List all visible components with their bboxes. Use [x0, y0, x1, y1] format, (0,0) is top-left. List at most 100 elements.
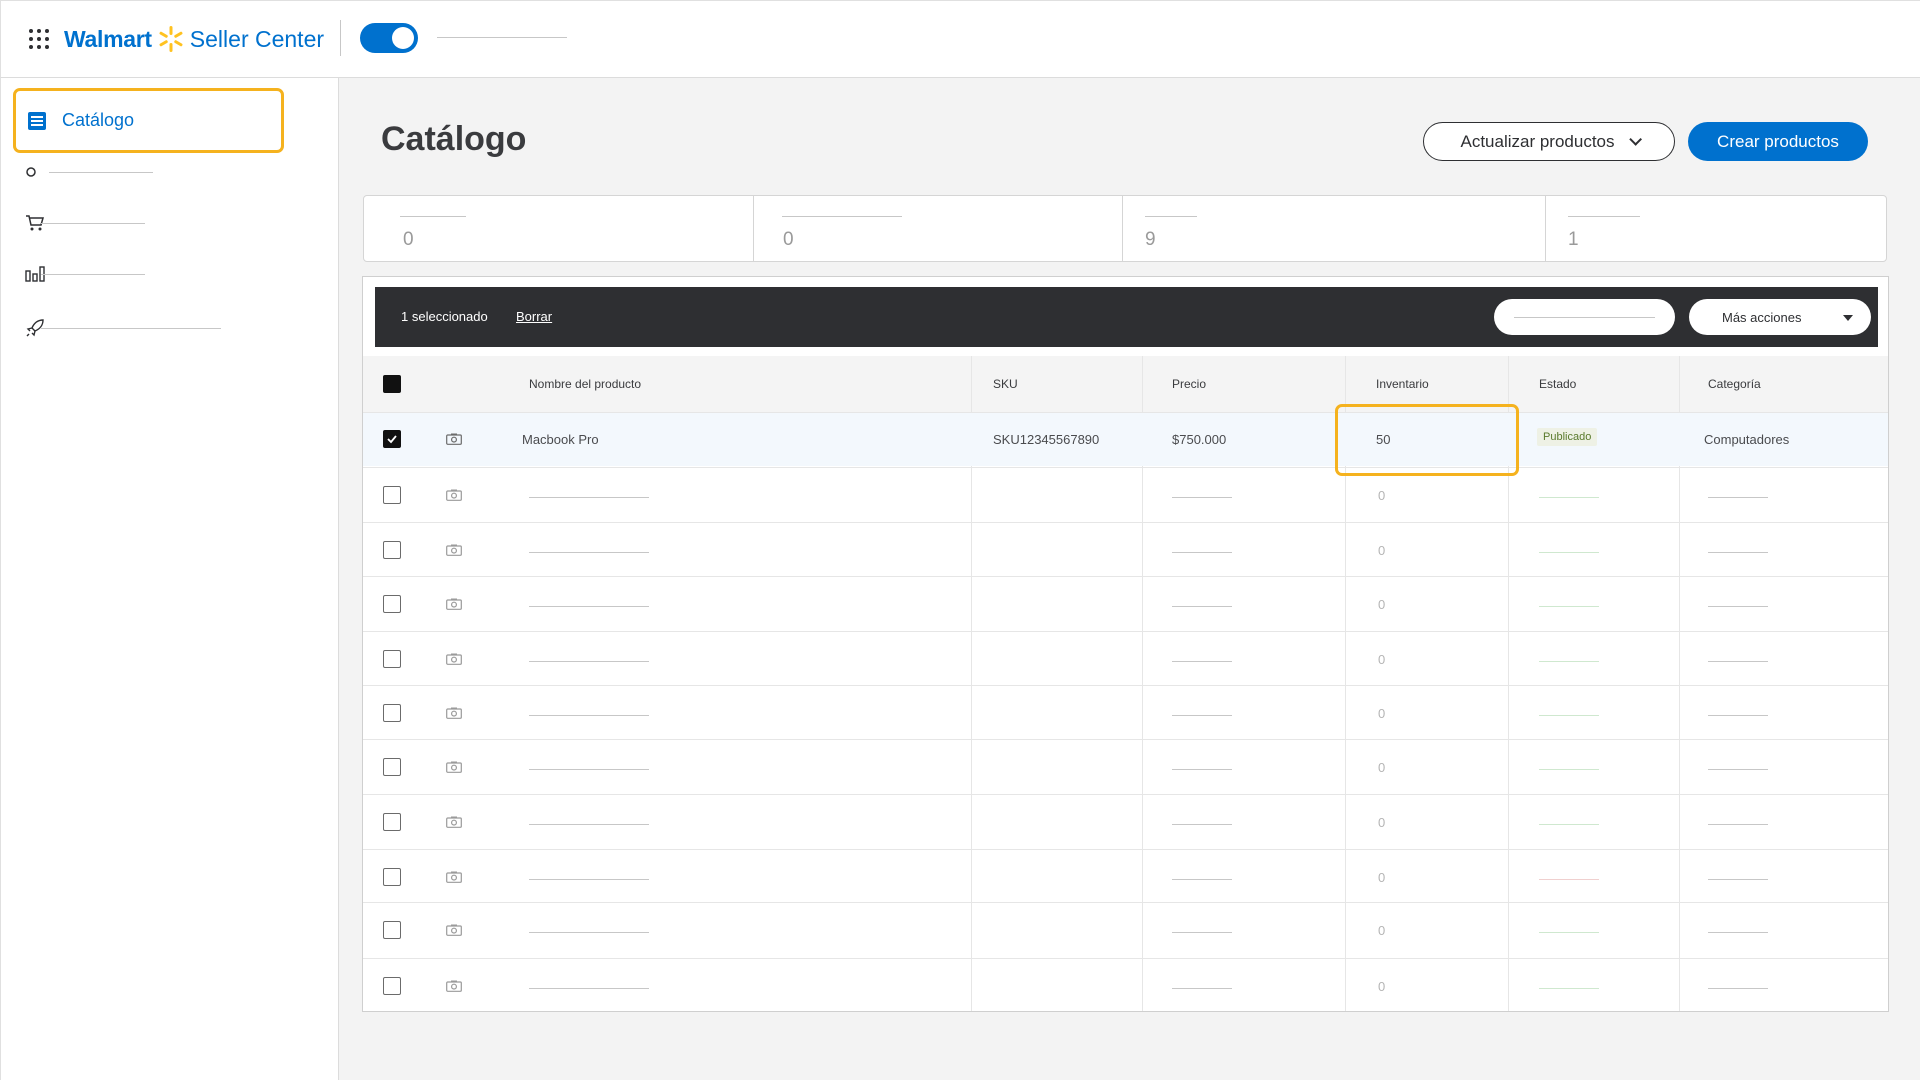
top-bar: Walmart Seller Center	[0, 0, 1920, 78]
product-price: $750.000	[1172, 432, 1227, 447]
update-products-label: Actualizar productos	[1460, 131, 1615, 151]
inventory-value: 0	[1378, 488, 1386, 503]
table-row[interactable]: 0	[363, 522, 1888, 576]
app-launcher-icon[interactable]	[29, 29, 49, 49]
walmart-seller-center-logo[interactable]: Walmart Seller Center	[64, 21, 324, 57]
camera-icon	[446, 980, 462, 992]
name-placeholder	[529, 606, 649, 607]
category-placeholder	[1708, 715, 1768, 716]
price-placeholder	[1172, 824, 1232, 825]
sidebar-item-label: Catálogo	[62, 110, 135, 130]
table-row[interactable]: 0	[363, 576, 1888, 630]
row-checkbox[interactable]	[383, 921, 401, 939]
column-header-category[interactable]: Categoría	[1708, 377, 1761, 391]
list-icon	[28, 111, 46, 130]
column-header-name[interactable]: Nombre del producto	[529, 377, 641, 391]
product-category: Computadores	[1704, 432, 1790, 447]
row-checkbox[interactable]	[383, 813, 401, 831]
category-placeholder	[1708, 879, 1768, 880]
table-row[interactable]: 0	[363, 467, 1888, 521]
search-input[interactable]	[1494, 299, 1675, 335]
stat-card[interactable]: 0	[754, 196, 1123, 261]
sidebar-item-2[interactable]	[25, 211, 245, 235]
camera-icon	[446, 433, 462, 445]
table-row[interactable]: 0	[363, 902, 1888, 956]
inventory-value: 0	[1378, 979, 1386, 994]
sidebar-item-3[interactable]	[25, 262, 245, 286]
row-checkbox[interactable]	[383, 650, 401, 668]
price-placeholder	[1172, 988, 1232, 989]
name-placeholder	[529, 497, 649, 498]
row-checkbox[interactable]	[383, 704, 401, 722]
selected-count: 1 seleccionado	[401, 309, 488, 324]
camera-icon	[446, 653, 462, 665]
table-row[interactable]: 0	[363, 794, 1888, 848]
status-badge: Publicado	[1537, 428, 1598, 446]
column-header-status[interactable]: Estado	[1539, 377, 1576, 391]
row-checkbox[interactable]	[383, 977, 401, 995]
table-row[interactable]: 0	[363, 739, 1888, 793]
sidebar-placeholder-label	[41, 327, 221, 329]
stat-value: 9	[1145, 229, 1156, 250]
checkmark-icon	[387, 435, 397, 444]
header-placeholder-text	[437, 37, 567, 38]
stat-card[interactable]: 9	[1123, 196, 1546, 261]
row-checkbox[interactable]	[383, 758, 401, 776]
row-checkbox[interactable]	[383, 430, 401, 448]
row-checkbox[interactable]	[383, 868, 401, 886]
stat-label-placeholder	[1568, 216, 1640, 217]
stat-card[interactable]: 0	[364, 196, 754, 261]
column-header-inventory[interactable]: Inventario	[1376, 377, 1429, 391]
table-row[interactable]: 0	[363, 958, 1888, 1012]
category-placeholder	[1708, 497, 1768, 498]
stats-bar: 0 0 9 1	[363, 195, 1887, 262]
row-checkbox[interactable]	[383, 541, 401, 559]
inventory-value: 0	[1378, 597, 1386, 612]
header-toggle[interactable]	[360, 23, 418, 53]
product-inventory[interactable]: 50	[1376, 432, 1390, 447]
table-row[interactable]: 0	[363, 849, 1888, 903]
inventory-value: 0	[1378, 870, 1386, 885]
column-header-sku[interactable]: SKU	[993, 377, 1018, 391]
name-placeholder	[529, 769, 649, 770]
category-placeholder	[1708, 988, 1768, 989]
table-row[interactable]: 0	[363, 631, 1888, 685]
product-name[interactable]: Macbook Pro	[522, 432, 599, 447]
table-row-selected[interactable]: Macbook Pro SKU12345567890 $750.000 50 P…	[363, 412, 1888, 466]
name-placeholder	[529, 988, 649, 989]
name-placeholder	[529, 879, 649, 880]
product-sku: SKU12345567890	[993, 432, 1100, 447]
price-placeholder	[1172, 552, 1232, 553]
stat-label-placeholder	[1145, 216, 1197, 217]
sidebar-item-4[interactable]	[25, 316, 245, 340]
table-row[interactable]: 0	[363, 685, 1888, 739]
camera-icon	[446, 598, 462, 610]
update-products-button[interactable]: Actualizar productos	[1423, 122, 1675, 161]
sidebar-item-1[interactable]	[25, 160, 245, 184]
row-checkbox[interactable]	[383, 486, 401, 504]
price-placeholder	[1172, 769, 1232, 770]
stat-card[interactable]: 1	[1546, 196, 1886, 261]
toggle-knob	[392, 27, 414, 49]
chevron-down-icon	[1628, 133, 1642, 146]
row-checkbox[interactable]	[383, 595, 401, 613]
sidebar-item-catalog[interactable]: Catálogo	[13, 88, 284, 153]
status-placeholder	[1539, 769, 1599, 770]
name-placeholder	[529, 661, 649, 662]
select-all-checkbox[interactable]	[383, 375, 401, 393]
category-placeholder	[1708, 661, 1768, 662]
price-placeholder	[1172, 932, 1232, 933]
create-products-button[interactable]: Crear productos	[1688, 122, 1868, 161]
inventory-value: 0	[1378, 760, 1386, 775]
inventory-value: 0	[1378, 815, 1386, 830]
clear-selection-link[interactable]: Borrar	[516, 309, 552, 324]
table-header: Nombre del producto SKU Precio Inventari…	[363, 356, 1888, 412]
more-actions-dropdown[interactable]: Más acciones	[1689, 299, 1871, 335]
sidebar-placeholder-label	[41, 273, 145, 275]
column-header-price[interactable]: Precio	[1172, 377, 1206, 391]
stat-value: 0	[403, 229, 414, 250]
more-actions-label: Más acciones	[1722, 309, 1802, 325]
camera-icon	[446, 707, 462, 719]
inventory-value: 0	[1378, 706, 1386, 721]
status-placeholder	[1539, 879, 1599, 880]
